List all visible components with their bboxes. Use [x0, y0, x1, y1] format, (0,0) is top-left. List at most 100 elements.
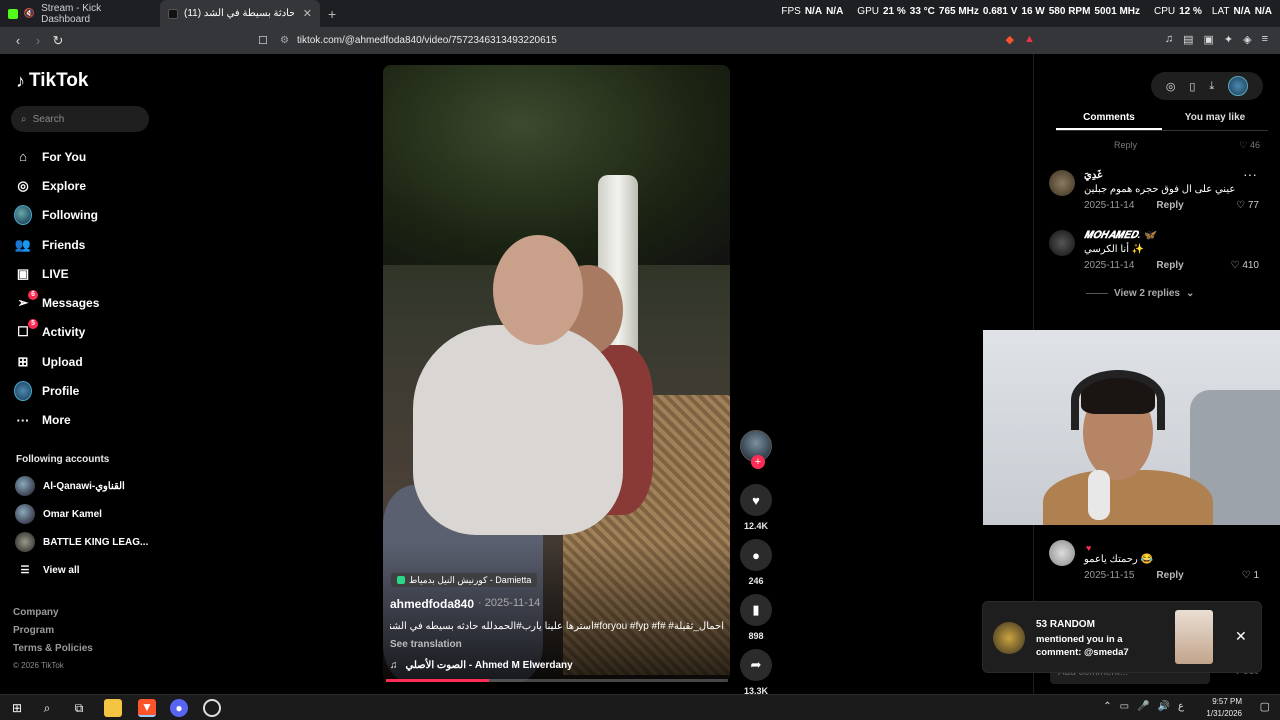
- download-icon[interactable]: ⤓: [1209, 80, 1214, 93]
- task-view-icon[interactable]: ⧉: [70, 699, 88, 717]
- brave-shield-icon[interactable]: ◆: [1005, 33, 1013, 46]
- nav-upload[interactable]: ⊞ Upload: [14, 347, 99, 376]
- avatar[interactable]: [1049, 170, 1075, 196]
- address-bar[interactable]: ⚙ tiktok.com/@ahmedfoda840/video/7572346…: [280, 31, 1010, 50]
- back-icon[interactable]: ‹: [8, 33, 28, 48]
- save-action[interactable]: ▮ 898: [740, 594, 772, 641]
- location-tag[interactable]: كورنيش النيل بدمياط - Damietta: [391, 573, 538, 587]
- following-account[interactable]: BATTLE KING LEAG...: [15, 528, 148, 556]
- comment-like[interactable]: ♡ 77: [1236, 200, 1259, 211]
- nav-friends[interactable]: 👥 Friends: [14, 230, 99, 259]
- notification-title: 53 RANDOM: [1036, 619, 1095, 630]
- wallet-icon[interactable]: ▣: [1203, 33, 1213, 46]
- vpn-icon[interactable]: ◈: [1243, 33, 1251, 46]
- tab-you-may-like[interactable]: You may like: [1162, 108, 1268, 130]
- see-translation-link[interactable]: See translation: [390, 639, 462, 650]
- comment-author[interactable]: غَدِيَ: [1084, 170, 1102, 181]
- microphone-icon[interactable]: 🎤: [1137, 701, 1149, 712]
- nav-explore[interactable]: ◎ Explore: [14, 171, 99, 200]
- menu-icon[interactable]: ≡: [1262, 33, 1268, 46]
- nav-live[interactable]: ▣ LIVE: [14, 259, 99, 288]
- video-progress-bar[interactable]: [386, 679, 728, 682]
- heart-icon[interactable]: ♥: [740, 484, 772, 516]
- url-text[interactable]: tiktok.com/@ahmedfoda840/video/757234631…: [297, 35, 557, 46]
- author-name[interactable]: ahmedfoda840: [390, 597, 474, 611]
- comment-like[interactable]: ♡ 1: [1242, 570, 1259, 581]
- search-icon[interactable]: ⌕: [38, 699, 56, 717]
- following-account[interactable]: Omar Kamel: [15, 500, 148, 528]
- system-clock[interactable]: 9:57 PM 1/31/2026: [1206, 696, 1242, 720]
- creator-avatar[interactable]: +: [740, 430, 772, 469]
- live-icon: ▣: [16, 265, 30, 281]
- avatar[interactable]: [1049, 540, 1075, 566]
- share-action[interactable]: ➦ 13.3K: [740, 649, 772, 696]
- sidebar-toggle-icon[interactable]: ▤: [1183, 33, 1193, 46]
- following-account[interactable]: Al-Qanawi-القناوي: [15, 472, 148, 500]
- discord-icon[interactable]: ●: [170, 699, 188, 717]
- windows-taskbar: ⊞ ⌕ ⧉ ▼ ● ⌃ ▭ 🎤 🔊 ع 9:57 PM 1/31/2026 ▢: [0, 694, 1280, 720]
- close-tab-icon[interactable]: ✕: [303, 7, 312, 20]
- kick-favicon-icon: [8, 8, 18, 19]
- comment-author[interactable]: 𝑴𝑶𝑯𝑨𝑴𝑬𝑫. 🦋: [1084, 230, 1156, 241]
- video-actions: + ♥ 12.4K ● 246 ▮ 898 ➦ 13.3K: [740, 430, 772, 696]
- like-action[interactable]: ♥ 12.4K: [740, 484, 772, 531]
- rewards-icon[interactable]: ▲: [1024, 33, 1035, 46]
- video-player[interactable]: [383, 65, 730, 682]
- nav-more[interactable]: ··· More: [14, 406, 99, 435]
- comment-icon[interactable]: ●: [740, 539, 772, 571]
- user-avatar[interactable]: [1228, 76, 1249, 96]
- performance-overlay: FPS N/A N/A GPU 21 % 33 °C 765 MHz 0.681…: [781, 6, 1272, 17]
- coin-icon[interactable]: ◎: [1166, 80, 1176, 93]
- nav-following[interactable]: Following: [14, 201, 99, 230]
- nav-activity[interactable]: ☐ 5 Activity: [14, 318, 99, 347]
- file-explorer-icon[interactable]: [104, 699, 122, 717]
- tab-comments[interactable]: Comments: [1056, 108, 1162, 130]
- share-icon[interactable]: ➦: [740, 649, 772, 681]
- brave-browser-icon[interactable]: ▼: [138, 699, 156, 717]
- chevron-up-icon[interactable]: ⌃: [1103, 701, 1111, 712]
- browser-tab-kick[interactable]: 🔇 Stream - Kick Dashboard: [0, 0, 160, 27]
- view-replies-button[interactable]: View 2 replies ⌄: [1086, 288, 1194, 299]
- nav-for-you[interactable]: ⌂ For You: [14, 142, 99, 171]
- search-icon: ⌕: [21, 113, 27, 125]
- reply-button[interactable]: Reply: [1156, 570, 1183, 581]
- comment-action[interactable]: ● 246: [740, 539, 772, 586]
- device-icon[interactable]: ▯: [1189, 80, 1195, 93]
- volume-icon[interactable]: 🔊: [1158, 701, 1170, 712]
- music-link[interactable]: ♫ الصوت الأصلي - Ahmed M Elwerdany: [390, 660, 573, 671]
- nav-messages[interactable]: ➢ 6 Messages: [14, 288, 99, 317]
- forward-icon[interactable]: ›: [28, 33, 48, 48]
- new-tab-button[interactable]: +: [320, 6, 344, 22]
- more-options-icon[interactable]: ···: [1243, 166, 1257, 182]
- reply-button[interactable]: Reply: [1156, 260, 1183, 271]
- reload-icon[interactable]: ↻: [48, 33, 68, 49]
- mention-notification[interactable]: 53 RANDOM mentioned you in a comment: @s…: [982, 601, 1262, 673]
- leo-icon[interactable]: ✦: [1224, 33, 1233, 46]
- windows-start-icon[interactable]: ⊞: [8, 699, 26, 717]
- bookmark-icon[interactable]: ▮: [740, 594, 772, 626]
- comment-text: عيني على ال فوق حجره هموم جبلين: [1084, 184, 1236, 195]
- view-all-link[interactable]: ☰ View all: [15, 556, 148, 584]
- obs-icon[interactable]: [203, 699, 221, 717]
- comment-like[interactable]: ♡ 410: [1231, 260, 1259, 271]
- reply-button[interactable]: Reply: [1156, 200, 1183, 211]
- nav-profile[interactable]: Profile: [14, 376, 99, 405]
- close-icon[interactable]: ✕: [1235, 628, 1247, 645]
- language-indicator[interactable]: ع: [1178, 701, 1184, 712]
- browser-tab-tiktok[interactable]: (11) الحمدلله حادثة بسيطة في الشد ✕: [160, 0, 320, 27]
- search-input[interactable]: ⌕ Search: [11, 106, 149, 132]
- footer-terms-link[interactable]: Terms & Policies: [13, 643, 93, 661]
- site-info-icon[interactable]: ⚙: [280, 35, 289, 46]
- tiktok-logo[interactable]: ♪ TikTok: [16, 70, 88, 92]
- system-tray: ⌃ ▭ 🎤 🔊 ع: [1103, 701, 1184, 712]
- save-count: 898: [748, 631, 764, 641]
- footer-program-link[interactable]: Program: [13, 625, 93, 643]
- notification-center-icon[interactable]: ▢: [1260, 700, 1270, 713]
- media-icon[interactable]: ♫: [1165, 33, 1173, 46]
- follow-plus-icon[interactable]: +: [751, 455, 765, 469]
- footer-company-link[interactable]: Company: [13, 607, 93, 625]
- avatar[interactable]: [1049, 230, 1075, 256]
- bookmark-icon[interactable]: ☐: [258, 34, 268, 47]
- battery-icon[interactable]: ▭: [1120, 701, 1129, 712]
- compass-icon: ◎: [17, 177, 29, 193]
